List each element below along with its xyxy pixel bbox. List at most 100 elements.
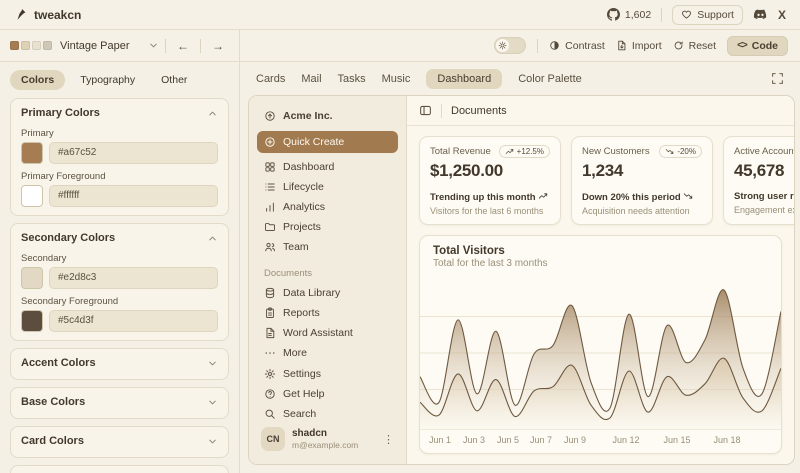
section-secondary-colors: Secondary Colors Secondary #e2d8c3 Secon… [10,223,229,341]
tab-cards[interactable]: Cards [256,73,285,85]
section-popover-colors: Popover Colors [10,465,229,473]
section-header[interactable]: Base Colors [21,394,218,410]
sidebar-item-word-assistant[interactable]: Word Assistant [257,323,398,343]
x-tick: Jun 7 [530,435,552,445]
sidebar-item-get-help[interactable]: Get Help [257,384,398,404]
color-value-input[interactable]: #ffffff [49,185,218,207]
support-button[interactable]: Support [672,5,743,25]
color-swatch[interactable] [21,267,43,289]
theme-swatches [10,41,52,50]
color-field-label: Primary [21,128,218,139]
prev-theme-button[interactable]: ← [172,36,194,56]
next-theme-button[interactable]: → [207,36,229,56]
section-header[interactable]: Primary Colors [21,105,218,121]
tab-colors[interactable]: Colors [10,70,65,90]
trend-up-icon [505,147,514,156]
section-header[interactable]: Card Colors [21,433,218,449]
theme-swatch [21,41,30,50]
sidebar-item-lifecycle[interactable]: Lifecycle [257,177,398,197]
sun-icon [498,41,507,50]
sidebar-item-projects[interactable]: Projects [257,217,398,237]
sidebar-item-data-library[interactable]: Data Library [257,283,398,303]
stat-value: $1,250.00 [430,161,550,181]
tab-other[interactable]: Other [150,70,198,90]
color-value-input[interactable]: #a67c52 [49,142,218,164]
help-circle-icon [264,388,276,400]
tab-tasks[interactable]: Tasks [338,73,366,85]
stat-label: New Customers [582,145,650,157]
trend-up-icon [538,191,548,201]
stat-card-new-customers: New Customers -20% 1,234 Down 20% this p… [571,136,713,225]
color-value-input[interactable]: #5c4d3f [49,310,218,332]
preview-tabs: Cards Mail Tasks Music Dashboard Color P… [240,62,800,95]
sidebar-item-reports[interactable]: Reports [257,303,398,323]
x-tick: Jun 18 [713,435,740,445]
x-twitter-icon[interactable]: X [778,8,786,22]
tab-typography[interactable]: Typography [69,70,146,90]
section-title: Secondary Colors [21,232,115,244]
x-tick: Jun 12 [612,435,639,445]
search-icon [264,408,276,420]
section-base-colors: Base Colors [10,387,229,419]
tab-music[interactable]: Music [382,73,411,85]
user-menu[interactable]: CN shadcn m@example.com ⋮ [257,424,398,454]
x-tick: Jun 1 [429,435,451,445]
sidebar-toggle-icon[interactable] [419,104,432,117]
brand[interactable]: tweakcn [14,8,81,22]
plus-circle-icon [264,136,276,148]
sidebar-item-search[interactable]: Search [257,404,398,424]
sidebar-item-team[interactable]: Team [257,237,398,257]
github-stars-link[interactable]: 1,602 [607,8,651,21]
section-header[interactable]: Secondary Colors [21,230,218,246]
fullscreen-icon[interactable] [771,72,784,85]
tab-color-palette[interactable]: Color Palette [518,73,582,85]
theme-selector[interactable]: Vintage Paper ← → [0,30,240,61]
dashboard-icon [264,161,276,173]
color-field-label: Secondary [21,253,218,264]
editor-tabs: Colors Typography Other [10,70,229,90]
theme-mode-toggle[interactable] [494,37,526,54]
chevron-down-icon [148,40,159,51]
contrast-button[interactable]: Contrast [549,40,605,52]
more-options-icon[interactable]: ⋮ [383,433,394,446]
tab-mail[interactable]: Mail [301,73,321,85]
tab-dashboard[interactable]: Dashboard [426,69,502,89]
app-header: tweakcn 1,602 Support X [0,0,800,30]
quick-create-button[interactable]: Quick Create [257,131,398,153]
stat-trend-text: Strong user retention [734,191,794,202]
section-title: Accent Colors [21,357,96,369]
divider [441,104,442,118]
star-count: 1,602 [625,9,651,21]
section-primary-colors: Primary Colors Primary #a67c52 Primary F… [10,98,229,216]
trend-badge: +12.5% [499,145,550,158]
sidebar-item-settings[interactable]: Settings [257,364,398,384]
color-value-input[interactable]: #e2d8c3 [49,267,218,289]
folder-icon [264,221,276,233]
color-swatch[interactable] [21,310,43,332]
section-header[interactable]: Accent Colors [21,355,218,371]
dashboard-preview: Acme Inc. Quick Create Dashboard Lifecyc… [248,95,795,465]
section-title: Base Colors [21,396,85,408]
org-switcher[interactable]: Acme Inc. [257,104,398,128]
github-icon [607,8,620,21]
sidebar-item-dashboard[interactable]: Dashboard [257,157,398,177]
import-button[interactable]: Import [616,40,662,52]
stat-label: Active Accounts [734,145,794,157]
color-field-label: Secondary Foreground [21,296,218,307]
contrast-icon [549,40,560,51]
preview-workspace: Cards Mail Tasks Music Dashboard Color P… [240,62,800,473]
color-swatch[interactable] [21,142,43,164]
ellipsis-icon [264,347,276,359]
bar-chart-icon [264,201,276,213]
section-accent-colors: Accent Colors [10,348,229,380]
sidebar-item-analytics[interactable]: Analytics [257,197,398,217]
color-swatch[interactable] [21,185,43,207]
reset-button[interactable]: Reset [673,40,716,52]
code-button[interactable]: <> Code [727,36,788,56]
discord-icon[interactable] [753,7,768,22]
code-icon: <> [737,40,747,51]
sidebar-item-more[interactable]: More [257,343,398,363]
chart-subtitle: Total for the last 3 months [420,257,781,269]
clipboard-icon [264,307,276,319]
documents-section-label: Documents [264,268,391,279]
